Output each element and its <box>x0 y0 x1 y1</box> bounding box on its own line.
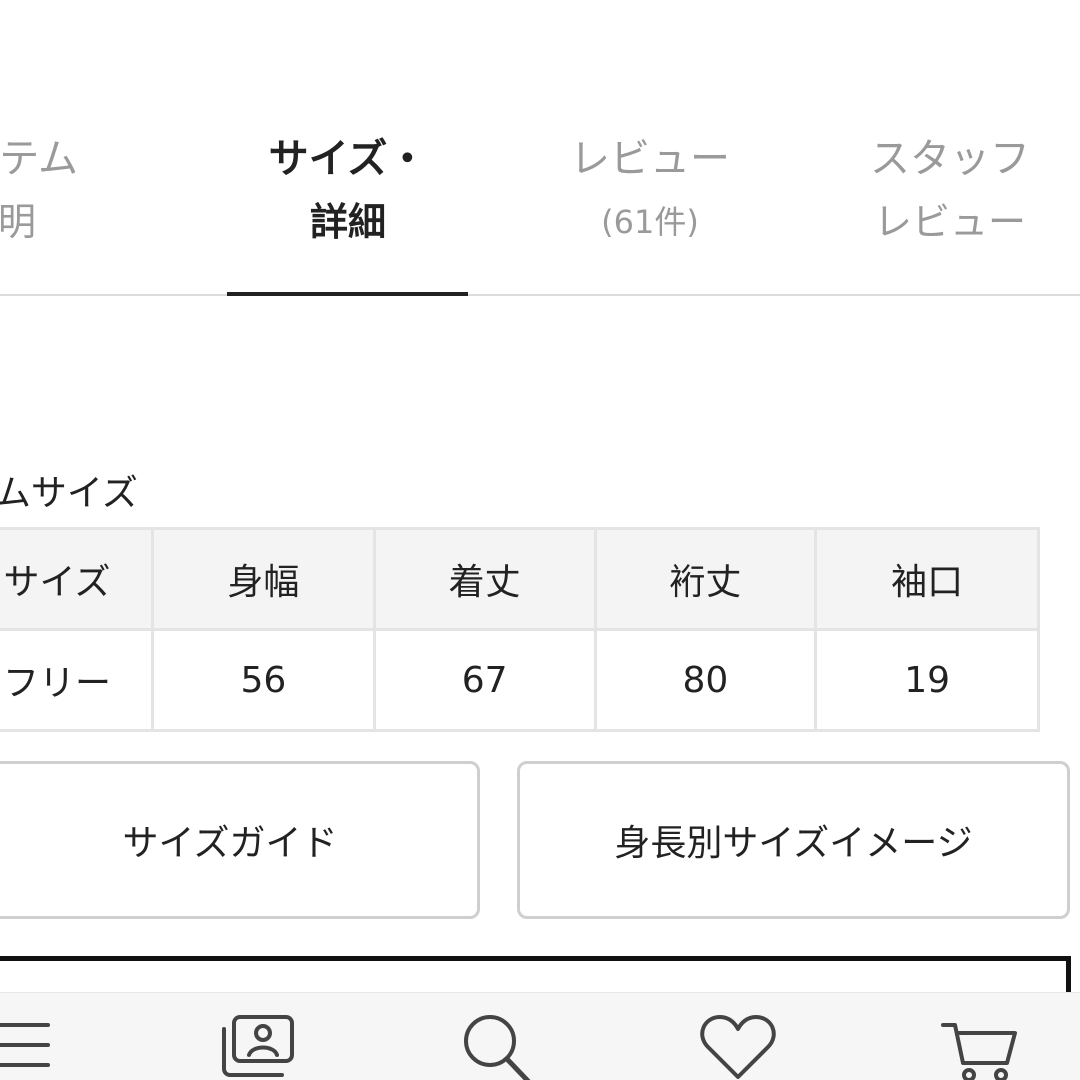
search-icon[interactable] <box>450 1011 540 1080</box>
tab-item-description[interactable]: イテム 説明 <box>0 128 160 254</box>
table-cell: 80 <box>593 628 818 732</box>
table-row: フリー 56 67 80 19 <box>0 628 1040 732</box>
size-table: サイズ 身幅 着丈 裄丈 袖口 フリー 56 67 80 19 <box>0 527 1040 732</box>
table-row-label: フリー <box>0 628 155 732</box>
tabs-divider <box>0 294 1080 296</box>
table-cell: 56 <box>151 628 376 732</box>
heart-icon[interactable] <box>694 1011 784 1080</box>
tab-reviews[interactable]: レビュー (61件) <box>540 128 760 254</box>
table-header-cell: 袖口 <box>814 527 1040 631</box>
table-header-cell: 身幅 <box>151 527 376 631</box>
table-header-cell: 裄丈 <box>593 527 818 631</box>
cart-icon[interactable] <box>935 1011 1025 1080</box>
table-header-row: サイズ 身幅 着丈 裄丈 袖口 <box>0 527 1040 631</box>
tab-label-line2: 説明 <box>0 200 37 244</box>
tab-bar: イテム 説明 サイズ・ 詳細 レビュー (61件) スタッフ レビュー <box>0 0 1080 297</box>
menu-icon[interactable] <box>0 1011 80 1080</box>
section-title-item-size: テムサイズ <box>0 473 138 514</box>
tab-label-line1: スタッフ <box>870 136 1030 182</box>
tab-label-line2: 詳細 <box>309 200 386 244</box>
table-header-cell: 着丈 <box>372 527 597 631</box>
tab-review-count: (61件) <box>601 203 699 241</box>
tab-label-line1: サイズ・ <box>268 136 428 182</box>
profile-card-icon[interactable] <box>212 1011 302 1080</box>
tab-label-line2: レビュー <box>873 200 1026 244</box>
height-size-image-button[interactable]: 身長別サイズイメージ <box>517 761 1070 919</box>
bottom-nav <box>0 992 1080 1080</box>
active-tab-indicator <box>227 292 468 296</box>
size-guide-button[interactable]: サイズガイド <box>0 761 480 919</box>
tab-size-details[interactable]: サイズ・ 詳細 <box>228 128 468 254</box>
tab-label-line1: レビュー <box>570 136 730 182</box>
page: イテム 説明 サイズ・ 詳細 レビュー (61件) スタッフ レビュー テムサイ… <box>0 0 1080 1080</box>
table-cell: 19 <box>814 628 1040 732</box>
tab-staff-reviews[interactable]: スタッフ レビュー <box>840 128 1060 254</box>
tab-label-line1: イテム <box>0 136 78 182</box>
table-cell: 67 <box>372 628 597 732</box>
table-header-cell: サイズ <box>0 527 155 631</box>
